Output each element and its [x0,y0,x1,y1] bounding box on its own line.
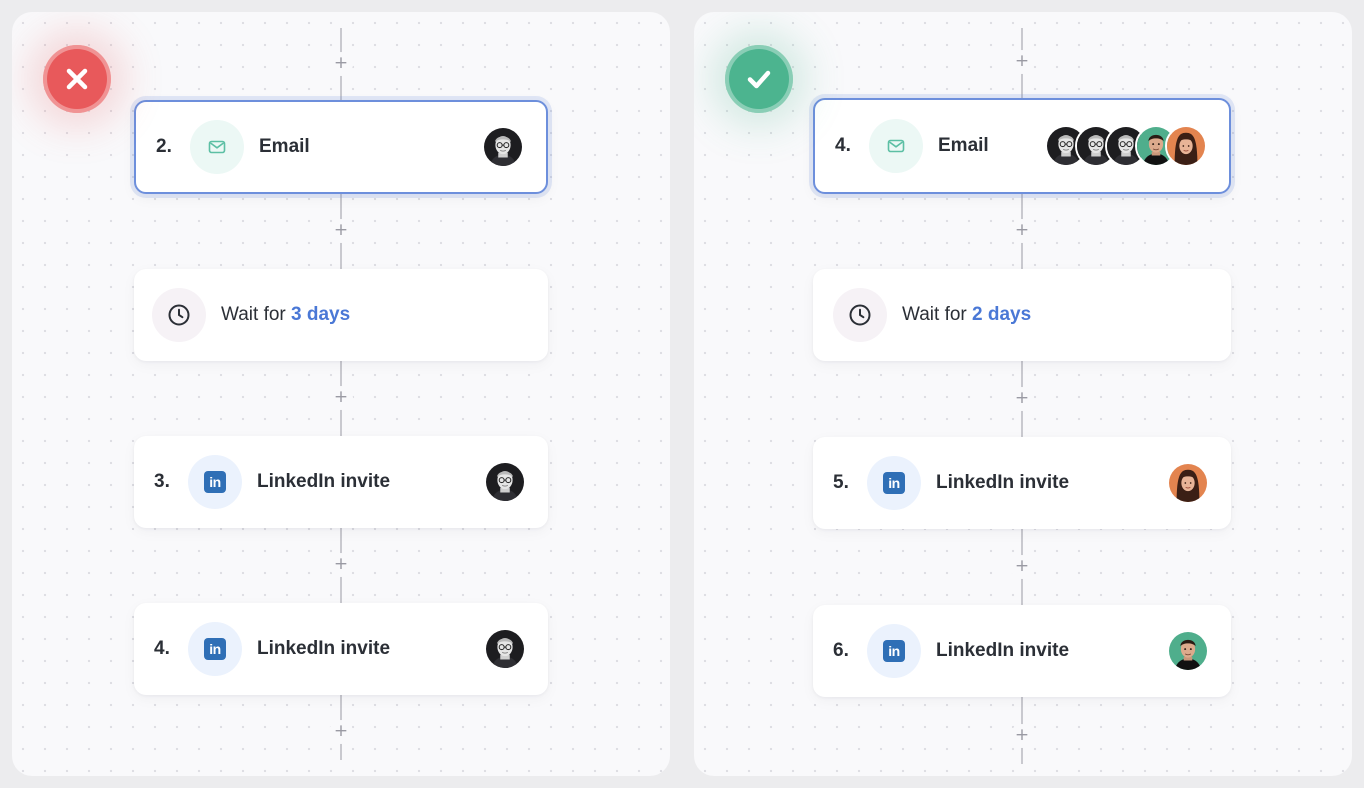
assignee-avatars [1045,125,1207,167]
wait-duration[interactable]: 3 days [291,304,350,325]
step-label: Email [938,135,989,156]
step-card-email[interactable]: 2. Email [134,100,548,194]
add-step-button[interactable]: + [1010,219,1034,243]
x-icon [43,45,111,113]
assignee-avatars [484,628,526,670]
assignee-avatars [482,126,524,168]
step-card-linkedin-invite[interactable]: 4. in LinkedIn invite [134,603,548,695]
mail-icon [190,120,244,174]
step-label: Email [259,136,310,157]
step-card-wait[interactable]: Wait for 2 days [813,269,1231,361]
clock-icon [833,288,887,342]
add-step-button[interactable]: + [1010,50,1034,74]
avatar[interactable] [484,461,526,503]
add-step-button[interactable]: + [329,386,353,410]
add-step-button[interactable]: + [329,720,353,744]
linkedin-icon: in [867,624,921,678]
step-card-linkedin-invite[interactable]: 5. in LinkedIn invite [813,437,1231,529]
right-flow-panel: + + + + + 4. Email Wait for 2 days 5. in [694,12,1352,776]
clock-icon [152,288,206,342]
wait-label: Wait for 3 days [221,304,350,326]
linkedin-icon: in [188,622,242,676]
add-step-button[interactable]: + [329,219,353,243]
assignee-avatars [1167,630,1209,672]
add-step-button[interactable]: + [1010,387,1034,411]
avatar[interactable] [1167,462,1209,504]
step-card-linkedin-invite[interactable]: 3. in LinkedIn invite [134,436,548,528]
left-flow-panel: + + + + + 2. Email Wait for 3 days 3. in… [12,12,670,776]
step-number: 3. [154,471,170,492]
wait-label: Wait for 2 days [902,304,1031,326]
add-step-button[interactable]: + [1010,555,1034,579]
step-number: 6. [833,640,849,661]
step-number: 5. [833,472,849,493]
linkedin-icon: in [867,456,921,510]
add-step-button[interactable]: + [329,52,353,76]
check-icon [725,45,793,113]
step-card-linkedin-invite[interactable]: 6. in LinkedIn invite [813,605,1231,697]
step-number: 4. [154,638,170,659]
step-label: LinkedIn invite [257,638,391,659]
assignee-avatars [1167,462,1209,504]
step-card-email[interactable]: 4. Email [813,98,1231,194]
linkedin-icon: in [188,455,242,509]
step-number: 2. [156,136,172,157]
assignee-avatars [484,461,526,503]
wait-duration[interactable]: 2 days [972,304,1031,325]
step-label: LinkedIn invite [936,472,1070,493]
avatar[interactable] [1165,125,1207,167]
step-card-wait[interactable]: Wait for 3 days [134,269,548,361]
wait-prefix: Wait for [902,304,967,325]
avatar[interactable] [484,628,526,670]
avatar[interactable] [1167,630,1209,672]
mail-icon [869,119,923,173]
step-label: LinkedIn invite [257,471,391,492]
step-label: LinkedIn invite [936,640,1070,661]
step-number: 4. [835,135,851,156]
add-step-button[interactable]: + [1010,724,1034,748]
wait-prefix: Wait for [221,304,286,325]
avatar[interactable] [482,126,524,168]
add-step-button[interactable]: + [329,553,353,577]
